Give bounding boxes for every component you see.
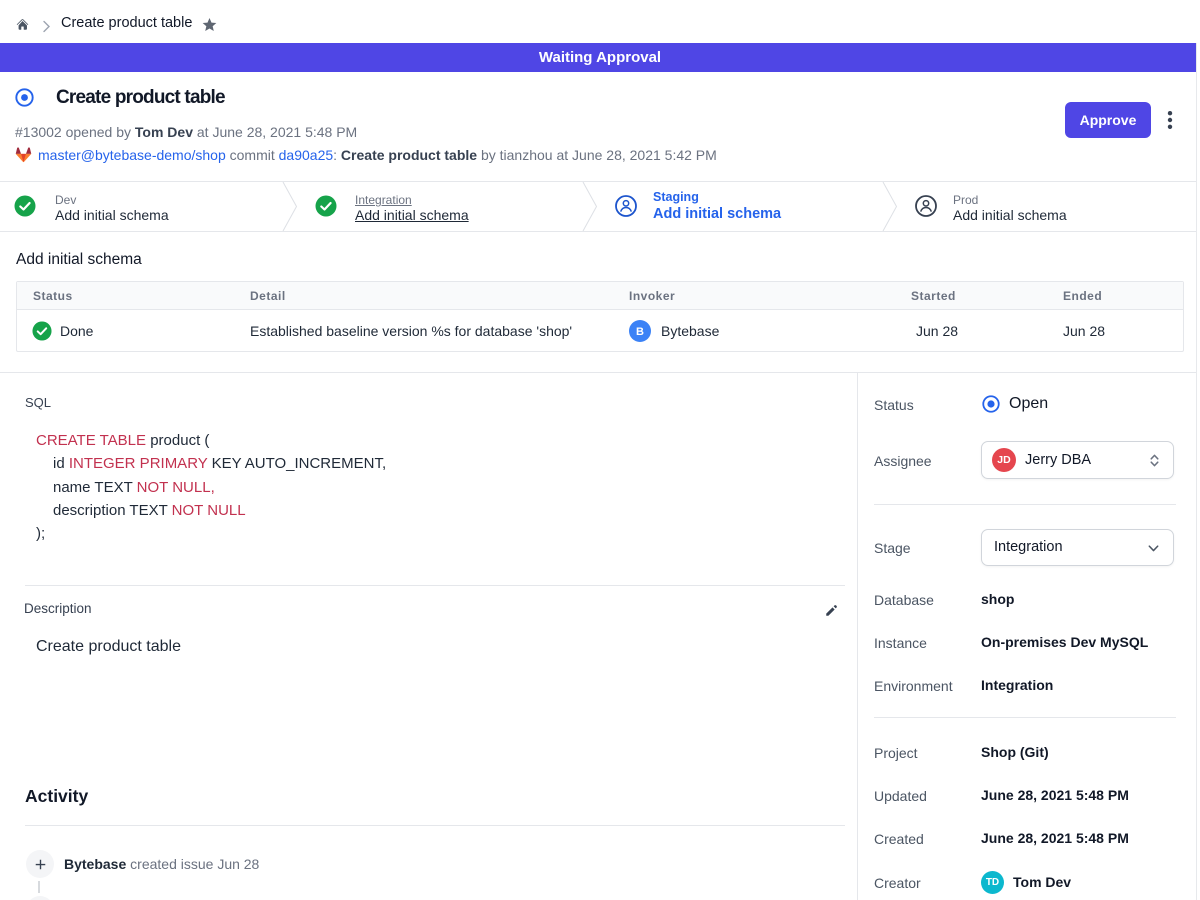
svg-text:B: B [636, 326, 644, 338]
